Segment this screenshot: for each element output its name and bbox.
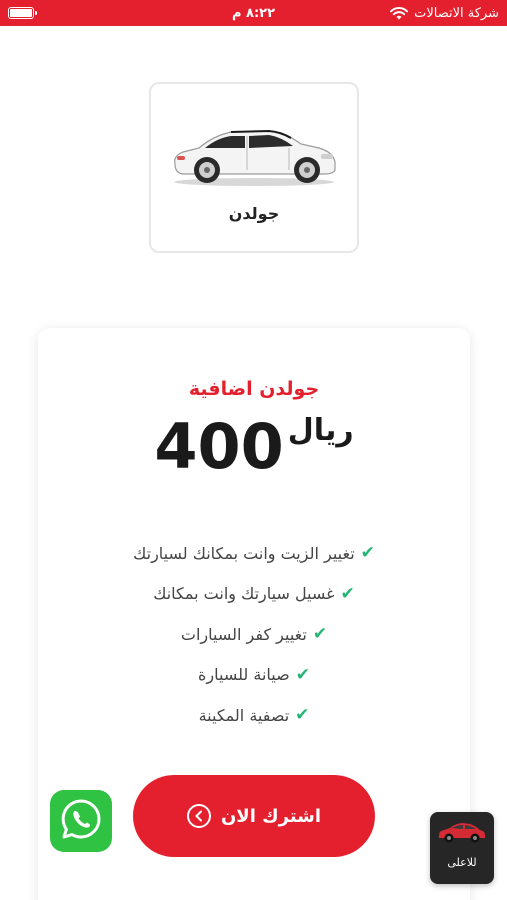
feature-item: ✔ تصفية المكينة — [38, 695, 470, 736]
status-bar: ٨:٢٢ م شركة الاتصالات — [0, 0, 507, 26]
check-icon: ✔ — [295, 664, 310, 685]
feature-item: ✔ تغيير كفر السيارات — [38, 614, 470, 655]
feature-label: غسيل سيارتك وانت بمكانك — [153, 584, 335, 604]
subscribe-label: اشترك الان — [220, 805, 322, 827]
plan-title: جولدن اضافية — [188, 378, 320, 400]
feature-label: تغيير كفر السيارات — [180, 624, 307, 644]
package-name: جولدن — [228, 204, 280, 223]
car-icon — [169, 120, 339, 192]
check-icon: ✔ — [295, 705, 310, 726]
check-icon: ✔ — [360, 543, 375, 564]
subscribe-button[interactable]: اشترك الان — [133, 775, 375, 857]
feature-item: ✔ تغيير الزيت وانت بمكانك لسيارتك — [38, 533, 470, 574]
price-currency: ريال — [287, 413, 354, 448]
feature-label: تصفية المكينة — [198, 705, 290, 725]
check-icon: ✔ — [340, 583, 355, 604]
feature-list: ✔ تغيير الزيت وانت بمكانك لسيارتك ✔ غسيل… — [38, 533, 470, 736]
wifi-icon — [390, 6, 409, 20]
chevron-left-icon — [186, 804, 211, 828]
price-amount: 400 — [154, 410, 284, 483]
feature-item: ✔ صيانة للسيارة — [38, 655, 470, 696]
price-row: 400 ريال — [38, 410, 470, 478]
status-time: ٨:٢٢ م — [231, 5, 276, 21]
feature-label: تغيير الزيت وانت بمكانك لسيارتك — [133, 543, 355, 563]
package-card[interactable]: جولدن — [149, 82, 359, 253]
feature-label: صيانة للسيارة — [198, 665, 290, 685]
car-icon — [437, 818, 487, 848]
battery-icon — [8, 7, 37, 19]
carrier-name: شركة الاتصالات — [414, 5, 499, 21]
back-to-top-button[interactable]: للاعلى — [430, 812, 494, 884]
back-to-top-label: للاعلى — [447, 856, 477, 869]
battery-fill — [10, 9, 32, 17]
whatsapp-icon — [59, 797, 103, 845]
status-left — [8, 7, 37, 19]
whatsapp-button[interactable] — [50, 790, 112, 852]
status-right: شركة الاتصالات — [390, 6, 499, 21]
check-icon: ✔ — [312, 624, 328, 645]
feature-item: ✔ غسيل سيارتك وانت بمكانك — [38, 574, 470, 615]
